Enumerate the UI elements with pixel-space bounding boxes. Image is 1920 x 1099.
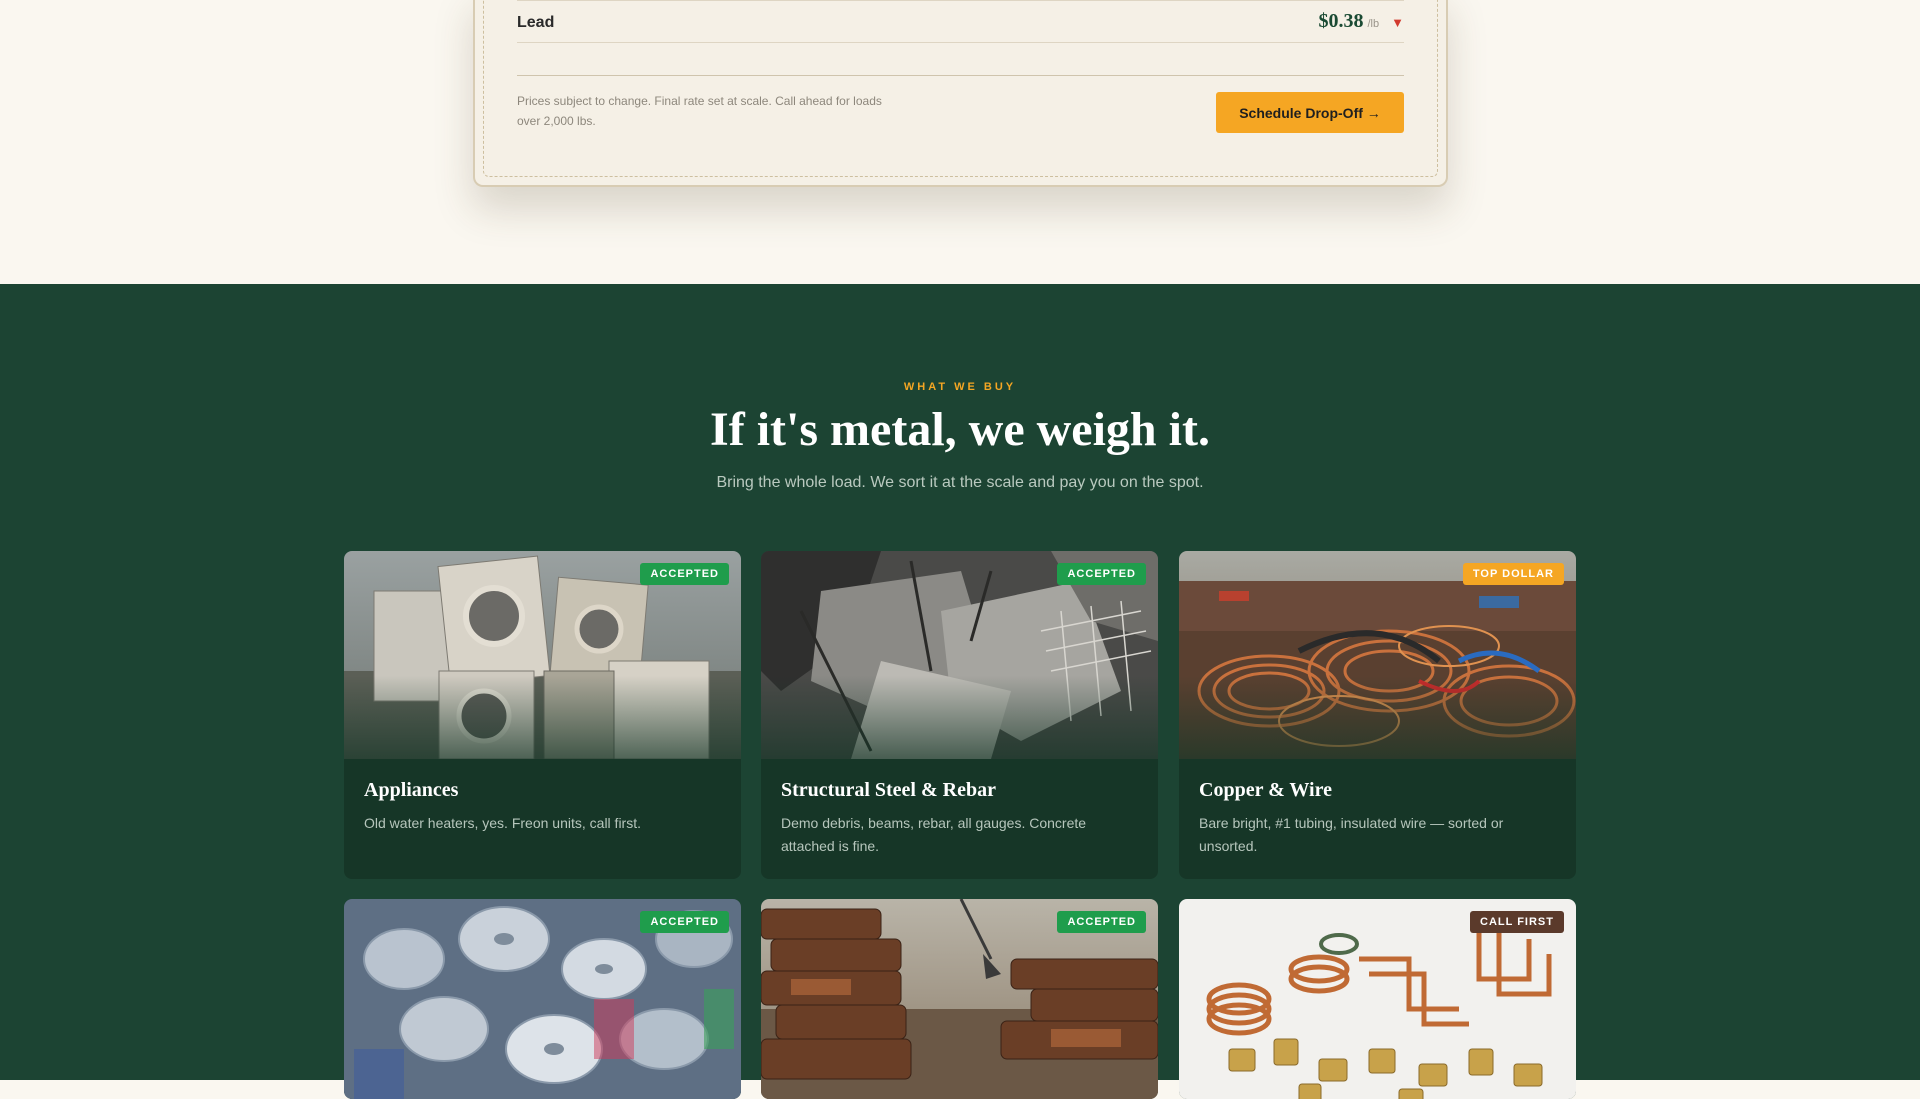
card-description: Bare bright, #1 tubing, insulated wire —… [1199,815,1504,854]
card-body: Structural Steel & Rebar Demo debris, be… [761,759,1158,878]
metal-name: Lead [517,13,555,31]
card-body: Copper & Wire Bare bright, #1 tubing, in… [1179,759,1576,878]
category-card-6[interactable]: CALL FIRST [1179,899,1576,1099]
category-card-structural-steel[interactable]: ACCEPTED Structural Steel & Rebar Demo d… [761,551,1158,879]
trend-down-icon: ▼ [1391,14,1404,30]
card-body: Appliances Old water heaters, yes. Freon… [344,759,741,855]
category-card-copper-wire[interactable]: TOP DOLLAR Copper & Wire Bare bright, #1… [1179,551,1576,879]
section-eyebrow: WHAT WE BUY [903,381,1017,393]
price-row-lead: Lead $0.38 /lb ▼ [517,0,1404,42]
status-badge: ACCEPTED [1057,563,1146,585]
category-card-5[interactable]: ACCEPTED [761,899,1158,1099]
section-headline: If it's metal, we weigh it. [710,403,1210,456]
status-badge: CALL FIRST [1470,911,1564,933]
card-title: Copper & Wire [1199,779,1332,801]
aluminum-cans-image: ACCEPTED [344,899,741,1099]
category-card-appliances[interactable]: ACCEPTED Appliances Old water heaters, y… [344,551,741,879]
what-we-buy-section: WHAT WE BUY If it's metal, we weigh it. … [0,284,1920,1099]
appliances-image: ACCEPTED [344,551,741,759]
price-group: $0.38 /lb ▼ [1319,10,1405,33]
status-badge: ACCEPTED [640,563,729,585]
schedule-drop-off-button[interactable]: Schedule Drop-Off → [1216,92,1404,133]
card-description: Old water heaters, yes. Freon units, cal… [364,815,641,831]
card-description: Demo debris, beams, rebar, all gauges. C… [781,815,1087,854]
brass-fittings-image: CALL FIRST [1179,899,1576,1099]
copper-wire-image: TOP DOLLAR [1179,551,1576,759]
price-value: $0.38 [1318,9,1364,32]
status-badge: TOP DOLLAR [1462,563,1564,585]
section-subhead: Bring the whole load. We sort it at the … [716,474,1204,491]
price-unit: /lb [1367,17,1380,30]
price-disclaimer: Prices subject to change. Final rate set… [517,94,882,128]
status-badge: ACCEPTED [640,911,729,933]
scrap-cars-image: ACCEPTED [761,899,1158,1099]
structural-steel-image: ACCEPTED [761,551,1158,759]
category-card-4[interactable]: ACCEPTED [344,899,741,1099]
price-board: Lead $0.38 /lb ▼ Prices subject to chang… [473,0,1448,187]
price-board-section: Lead $0.38 /lb ▼ Prices subject to chang… [0,0,1920,284]
status-badge: ACCEPTED [1057,911,1146,933]
divider [517,42,1404,43]
card-title: Structural Steel & Rebar [781,779,996,801]
divider [517,75,1404,76]
card-title: Appliances [364,779,459,801]
